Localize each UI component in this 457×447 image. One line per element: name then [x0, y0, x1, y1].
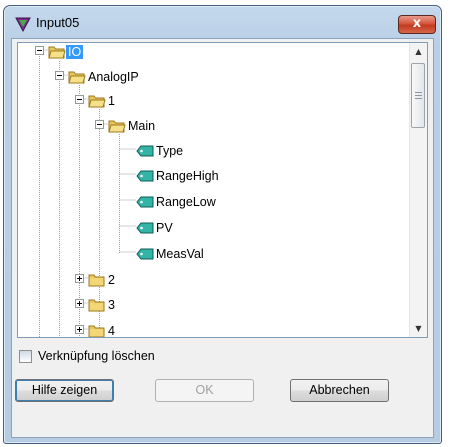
tree-node-label: PV: [156, 221, 173, 235]
tree-node-label: 3: [108, 298, 115, 312]
title-bar[interactable]: Input05 x: [4, 6, 441, 38]
scroll-thumb-grip: [415, 98, 422, 99]
collapse-minus-icon[interactable]: [55, 71, 64, 80]
expand-plus-icon[interactable]: [75, 274, 84, 283]
tree-node-label: IO: [66, 45, 84, 59]
tree-connector-lines: [39, 49, 136, 337]
scroll-thumb-grip: [415, 95, 422, 96]
tree-node-label: 1: [108, 94, 115, 108]
collapse-minus-icon[interactable]: [75, 95, 84, 104]
tree-node-label: MeasVal: [156, 247, 204, 261]
delete-link-label[interactable]: Verknüpfung löschen: [38, 349, 155, 363]
scroll-thumb-grip: [415, 92, 422, 93]
collapse-minus-icon[interactable]: [35, 46, 44, 55]
tree-node-label: 2: [108, 273, 115, 287]
help-button[interactable]: Hilfe zeigen: [15, 379, 114, 402]
dialog-window: Input05 x IO AnalogIP 1 Main Type RangeH…: [3, 5, 442, 444]
scroll-up-arrow-icon[interactable]: ▲: [410, 43, 427, 60]
delete-link-checkbox[interactable]: [19, 350, 32, 363]
cancel-button[interactable]: Abbrechen: [290, 379, 389, 402]
tag-tree-view[interactable]: IO AnalogIP 1 Main Type RangeHigh RangeLow PV Me…: [17, 42, 428, 338]
close-button[interactable]: x: [398, 15, 436, 34]
window-title: Input05: [36, 15, 80, 30]
tree-node-label: RangeHigh: [156, 169, 219, 183]
app-icon: [15, 17, 31, 33]
tree-node-label: RangeLow: [156, 195, 216, 209]
close-icon: x: [412, 16, 422, 31]
dialog-client-area: IO AnalogIP 1 Main Type RangeHigh RangeLow PV Me…: [11, 38, 434, 438]
tree-node-label: Type: [156, 144, 184, 158]
scroll-thumb[interactable]: [411, 63, 425, 128]
tree-node-label: Main: [128, 119, 156, 133]
collapse-minus-icon[interactable]: [95, 120, 104, 129]
scroll-down-arrow-icon[interactable]: ▼: [410, 320, 427, 337]
tree-vertical-scrollbar[interactable]: ▲ ▼: [409, 43, 427, 337]
ok-button[interactable]: OK: [155, 379, 254, 402]
expand-plus-icon[interactable]: [75, 299, 84, 308]
tree-node-label: 4: [108, 324, 115, 338]
tree-node-label: AnalogIP: [88, 70, 139, 84]
expand-plus-icon[interactable]: [75, 325, 84, 334]
